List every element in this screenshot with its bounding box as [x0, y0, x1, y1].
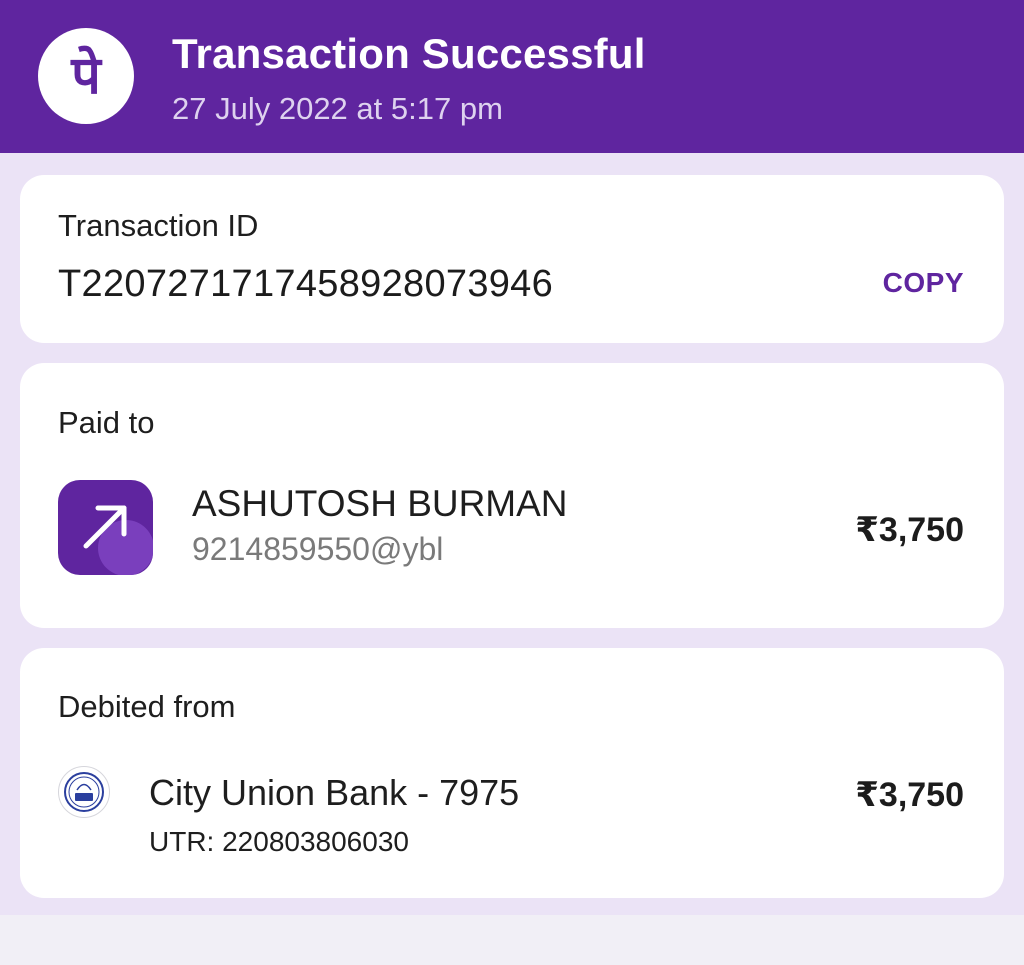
debited-from-label: Debited from: [58, 689, 236, 724]
header-bar: पे Transaction Successful 27 July 2022 a…: [0, 0, 1024, 153]
utr-number: UTR: 220803806030: [149, 826, 409, 857]
paid-amount: ₹3,750: [855, 511, 964, 549]
bottom-background: [0, 915, 1024, 965]
transaction-datetime: 27 July 2022 at 5:17 pm: [172, 91, 503, 126]
arrow-up-right-glyph: [83, 505, 127, 549]
payee-upi-id: 9214859550@ybl: [192, 531, 444, 567]
paid-to-label: Paid to: [58, 405, 155, 440]
transaction-receipt-page: पे Transaction Successful 27 July 2022 a…: [0, 0, 1024, 965]
transaction-id-card: Transaction ID T2207271717458928073946 C…: [20, 175, 1004, 343]
phonepe-logo-glyph: पे: [71, 46, 101, 106]
transaction-id-label: Transaction ID: [58, 208, 259, 243]
copy-button[interactable]: COPY: [883, 267, 964, 299]
bank-logo-icon: [58, 766, 110, 818]
page-title: Transaction Successful: [172, 30, 646, 77]
arrow-up-right-icon: [58, 480, 153, 575]
transaction-id-value: T2207271717458928073946: [58, 263, 554, 305]
payee-name: ASHUTOSH BURMAN: [192, 483, 568, 524]
paid-to-card[interactable]: Paid to ASHUTOSH BURMAN 9214859550@ybl ₹…: [20, 363, 1004, 628]
debited-amount: ₹3,750: [855, 776, 964, 814]
debited-from-card[interactable]: Debited from City Union Bank - 7975 UTR:…: [20, 648, 1004, 898]
phonepe-logo-icon: पे: [38, 28, 134, 124]
bank-seal-graphic: [64, 772, 104, 812]
bank-account-name: City Union Bank - 7975: [149, 772, 520, 813]
